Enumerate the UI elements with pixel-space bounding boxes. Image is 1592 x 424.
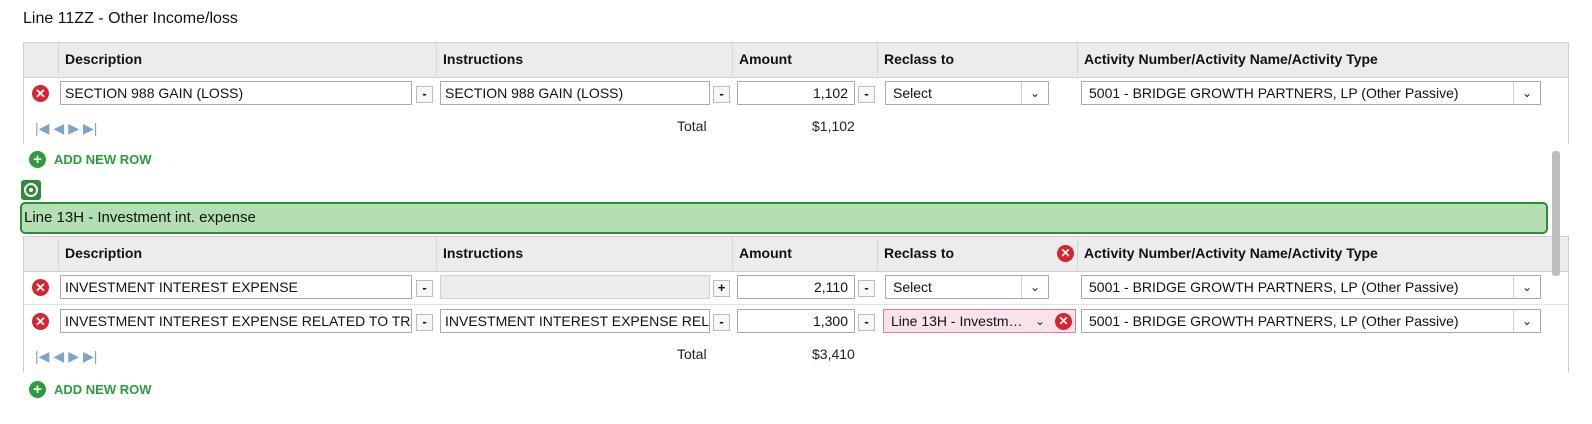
add-new-row-button[interactable]: + ADD NEW ROW: [29, 151, 152, 168]
instructions-toggle-button[interactable]: +: [713, 280, 730, 297]
description-toggle-button[interactable]: -: [416, 280, 433, 297]
header-activity[interactable]: Activity Number/Activity Name/Activity T…: [1077, 237, 1570, 270]
last-page-icon[interactable]: ▶|: [83, 348, 97, 364]
last-page-icon[interactable]: ▶|: [83, 120, 97, 136]
chevron-down-icon[interactable]: ⌄: [1513, 276, 1540, 298]
amount-input[interactable]: 2,110: [737, 275, 855, 299]
total-value: $1,102: [812, 118, 855, 134]
activity-select-value: 5001 - BRIDGE GROWTH PARTNERS, LP (Other…: [1089, 313, 1459, 329]
instructions-toggle-button[interactable]: -: [713, 86, 730, 103]
description-toggle-button[interactable]: -: [416, 314, 433, 331]
header-amount[interactable]: Amount: [732, 237, 877, 270]
reclass-select-value: Select: [893, 279, 932, 295]
header-description[interactable]: Description: [58, 237, 436, 270]
target-icon[interactable]: [21, 180, 41, 200]
prev-page-icon[interactable]: ◀: [53, 348, 64, 364]
next-page-icon[interactable]: ▶: [68, 120, 79, 136]
next-page-icon[interactable]: ▶: [68, 348, 79, 364]
activity-select[interactable]: 5001 - BRIDGE GROWTH PARTNERS, LP (Other…: [1081, 275, 1541, 299]
remove-circle-icon[interactable]: ✕: [32, 85, 49, 102]
header-description[interactable]: Description: [58, 43, 436, 76]
grid-header: Description Instructions Amount Reclass …: [24, 237, 1568, 272]
grid-footer: |◀ ◀ ▶ ▶| Total $1,102: [24, 110, 1568, 144]
section-title-line-13h: Line 13H - Investment int. expense: [24, 209, 256, 226]
first-page-icon[interactable]: |◀: [35, 348, 49, 364]
header-delete-col: [24, 43, 58, 76]
activity-select-value: 5001 - BRIDGE GROWTH PARTNERS, LP (Other…: [1089, 85, 1459, 101]
pager: |◀ ◀ ▶ ▶|: [35, 120, 97, 136]
total-value: $3,410: [812, 346, 855, 362]
chevron-down-icon[interactable]: ⌄: [1021, 82, 1048, 104]
vertical-scrollbar[interactable]: [1552, 151, 1560, 276]
error-icon[interactable]: ✕: [1057, 245, 1074, 262]
section-title-line-11zz: Line 11ZZ - Other Income/loss: [23, 10, 238, 27]
reclass-select[interactable]: Select ⌄: [885, 275, 1049, 299]
amount-input[interactable]: 1,300: [737, 309, 855, 333]
add-circle-icon: +: [29, 381, 46, 398]
first-page-icon[interactable]: |◀: [35, 120, 49, 136]
header-reclass-to[interactable]: Reclass to: [877, 43, 1077, 76]
table-row: ✕ SECTION 988 GAIN (LOSS) - SECTION 988 …: [24, 76, 1568, 111]
error-icon[interactable]: ✕: [1055, 313, 1072, 330]
grid-line-11zz: Description Instructions Amount Reclass …: [23, 42, 1569, 144]
grid-header: Description Instructions Amount Reclass …: [24, 43, 1568, 78]
instructions-toggle-button[interactable]: -: [713, 314, 730, 331]
reclass-select[interactable]: Select ⌄: [885, 81, 1049, 105]
amount-toggle-button[interactable]: -: [858, 280, 875, 297]
chevron-down-icon[interactable]: ⌄: [1021, 276, 1048, 298]
add-new-row-label: ADD NEW ROW: [54, 382, 152, 397]
header-instructions[interactable]: Instructions: [436, 43, 732, 76]
grid-line-13h: Description Instructions Amount Reclass …: [23, 236, 1569, 372]
reclass-select-value: Select: [893, 85, 932, 101]
chevron-down-icon[interactable]: ⌄: [1513, 310, 1540, 332]
amount-toggle-button[interactable]: -: [858, 86, 875, 103]
header-instructions[interactable]: Instructions: [436, 237, 732, 270]
remove-circle-icon[interactable]: ✕: [32, 279, 49, 296]
activity-select[interactable]: 5001 - BRIDGE GROWTH PARTNERS, LP (Other…: [1081, 81, 1541, 105]
prev-page-icon[interactable]: ◀: [53, 120, 64, 136]
activity-select[interactable]: 5001 - BRIDGE GROWTH PARTNERS, LP (Other…: [1081, 309, 1541, 333]
section-banner-line-13h: Line 13H - Investment int. expense: [20, 202, 1548, 234]
instructions-input[interactable]: INVESTMENT INTEREST EXPENSE RELATED T: [440, 309, 710, 333]
add-new-row-label: ADD NEW ROW: [54, 152, 152, 167]
total-label: Total: [677, 118, 707, 134]
reclass-select-value: Line 13H - Investm…: [891, 313, 1023, 329]
activity-select-value: 5001 - BRIDGE GROWTH PARTNERS, LP (Other…: [1089, 279, 1459, 295]
instructions-input[interactable]: SECTION 988 GAIN (LOSS): [440, 81, 710, 105]
pager: |◀ ◀ ▶ ▶|: [35, 348, 97, 364]
description-toggle-button[interactable]: -: [416, 86, 433, 103]
add-circle-icon: +: [29, 151, 46, 168]
header-activity[interactable]: Activity Number/Activity Name/Activity T…: [1077, 43, 1570, 76]
table-row: ✕ INVESTMENT INTEREST EXPENSE RELATED TO…: [24, 304, 1568, 339]
table-row: ✕ INVESTMENT INTEREST EXPENSE - + 2,110 …: [24, 270, 1568, 305]
remove-circle-icon[interactable]: ✕: [32, 313, 49, 330]
amount-toggle-button[interactable]: -: [858, 314, 875, 331]
header-delete-col: [24, 237, 58, 270]
description-input[interactable]: INVESTMENT INTEREST EXPENSE RELATED TO T…: [60, 309, 412, 333]
reclass-select[interactable]: Line 13H - Investm… ⌄ ✕: [883, 309, 1076, 333]
add-new-row-button[interactable]: + ADD NEW ROW: [29, 381, 152, 398]
grid-footer: |◀ ◀ ▶ ▶| Total $3,410: [24, 338, 1568, 372]
description-input[interactable]: SECTION 988 GAIN (LOSS): [60, 81, 412, 105]
amount-input[interactable]: 1,102: [737, 81, 855, 105]
instructions-input[interactable]: [440, 275, 710, 299]
chevron-down-icon[interactable]: ⌄: [1513, 82, 1540, 104]
header-reclass-to[interactable]: Reclass to: [877, 237, 1077, 270]
description-input[interactable]: INVESTMENT INTEREST EXPENSE: [60, 275, 412, 299]
chevron-down-icon[interactable]: ⌄: [1030, 310, 1050, 332]
total-label: Total: [677, 346, 707, 362]
header-amount[interactable]: Amount: [732, 43, 877, 76]
